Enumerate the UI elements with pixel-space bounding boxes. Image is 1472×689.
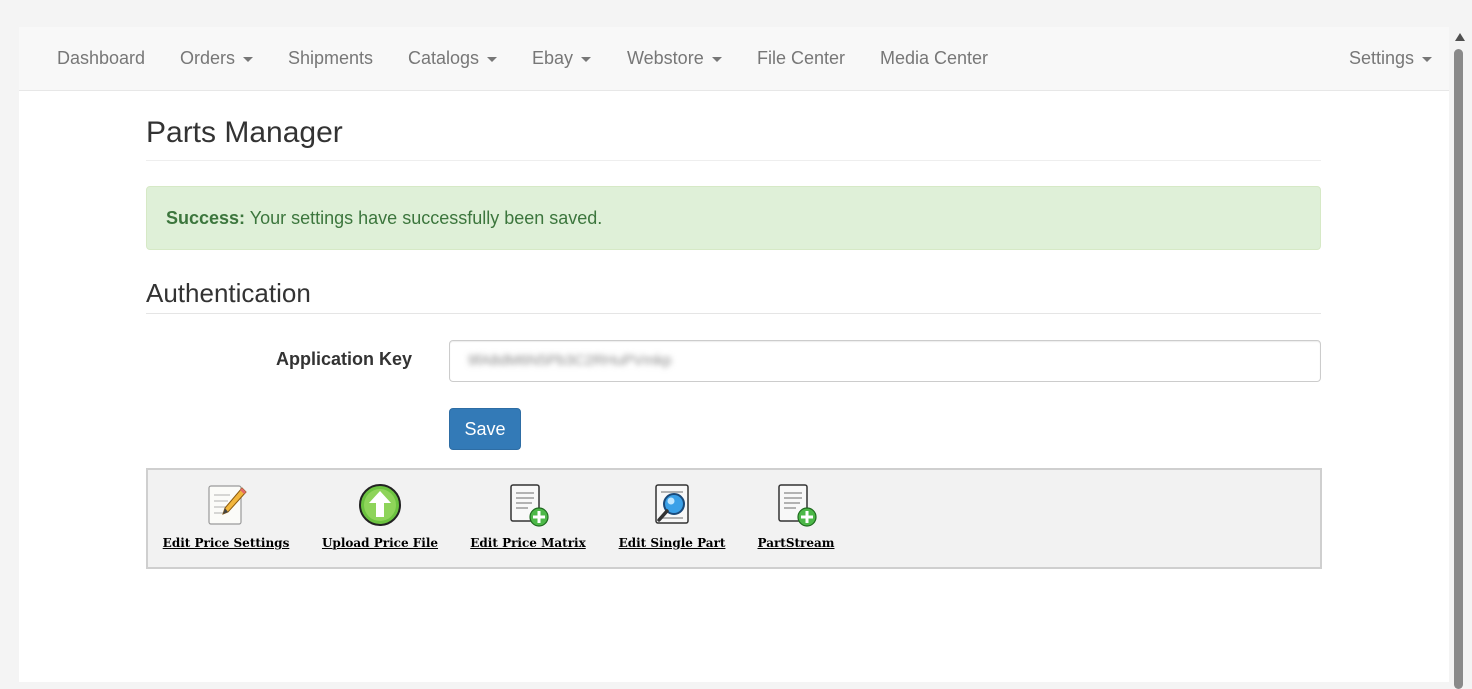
caret-down-icon — [487, 56, 498, 62]
edit-single-part-link[interactable]: Edit Single Part — [616, 482, 728, 550]
alert-message: Your settings have successfully been sav… — [249, 208, 603, 228]
nav-media-center[interactable]: Media Center — [880, 48, 988, 69]
app-window: Dashboard Orders Shipments Catalogs Ebay… — [19, 27, 1449, 682]
nav-catalogs[interactable]: Catalogs — [408, 48, 498, 69]
upload-arrow-icon — [358, 482, 402, 528]
caret-down-icon — [581, 56, 592, 62]
caret-down-icon — [711, 56, 722, 62]
caret-down-icon — [1422, 56, 1433, 62]
nav-shipments[interactable]: Shipments — [288, 48, 373, 69]
nav-catalogs-label: Catalogs — [408, 48, 480, 68]
nav-settings[interactable]: Settings — [1349, 48, 1433, 69]
nav-media-center-label: Media Center — [880, 48, 989, 68]
nav-settings-label: Settings — [1349, 48, 1415, 68]
document-search-icon — [650, 482, 694, 528]
document-add-icon — [774, 482, 818, 528]
upload-price-file-label: Upload Price File — [321, 536, 439, 550]
save-button[interactable]: Save — [449, 408, 521, 450]
nav-dashboard-label: Dashboard — [57, 48, 146, 68]
nav-ebay[interactable]: Ebay — [532, 48, 592, 69]
divider — [146, 313, 1321, 314]
parts-toolbar: Edit Price Settings Upload Price File Ed… — [146, 468, 1322, 569]
edit-price-matrix-label: Edit Price Matrix — [470, 536, 586, 550]
divider — [146, 160, 1321, 161]
upload-price-file-link[interactable]: Upload Price File — [321, 482, 439, 550]
edit-price-settings-link[interactable]: Edit Price Settings — [160, 482, 292, 550]
partstream-link[interactable]: PartStream — [754, 482, 838, 550]
edit-price-settings-label: Edit Price Settings — [162, 536, 290, 550]
application-key-label: Application Key — [275, 349, 412, 369]
nav-orders-label: Orders — [180, 48, 236, 68]
partstream-label: PartStream — [757, 536, 835, 550]
nav-orders[interactable]: Orders — [180, 48, 254, 69]
scroll-up-arrow-icon[interactable] — [1455, 33, 1465, 41]
nav-shipments-label: Shipments — [288, 48, 374, 68]
caret-down-icon — [243, 56, 254, 62]
document-add-icon — [506, 482, 550, 528]
nav-file-center[interactable]: File Center — [757, 48, 845, 69]
nav-file-center-label: File Center — [757, 48, 846, 68]
scrollbar-thumb[interactable] — [1454, 49, 1463, 689]
edit-single-part-label: Edit Single Part — [618, 536, 726, 550]
page-title: Parts Manager — [146, 116, 343, 149]
nav-dashboard[interactable]: Dashboard — [57, 48, 145, 69]
alert-strong: Success: — [166, 208, 246, 228]
section-title-authentication: Authentication — [146, 278, 311, 308]
nav-webstore-label: Webstore — [627, 48, 704, 68]
application-key-input[interactable]: 9fA8dM6N5Pb3C2RHuPVmkp — [449, 340, 1321, 382]
vertical-scrollbar[interactable] — [1449, 27, 1472, 689]
nav-webstore[interactable]: Webstore — [627, 48, 722, 69]
success-alert: Success: Your settings have successfully… — [146, 186, 1321, 250]
edit-price-matrix-link[interactable]: Edit Price Matrix — [468, 482, 588, 550]
nav-ebay-label: Ebay — [532, 48, 574, 68]
application-key-value: 9fA8dM6N5Pb3C2RHuPVmkp — [468, 352, 672, 369]
top-navbar: Dashboard Orders Shipments Catalogs Ebay… — [19, 27, 1449, 91]
edit-document-pencil-icon — [204, 482, 248, 528]
